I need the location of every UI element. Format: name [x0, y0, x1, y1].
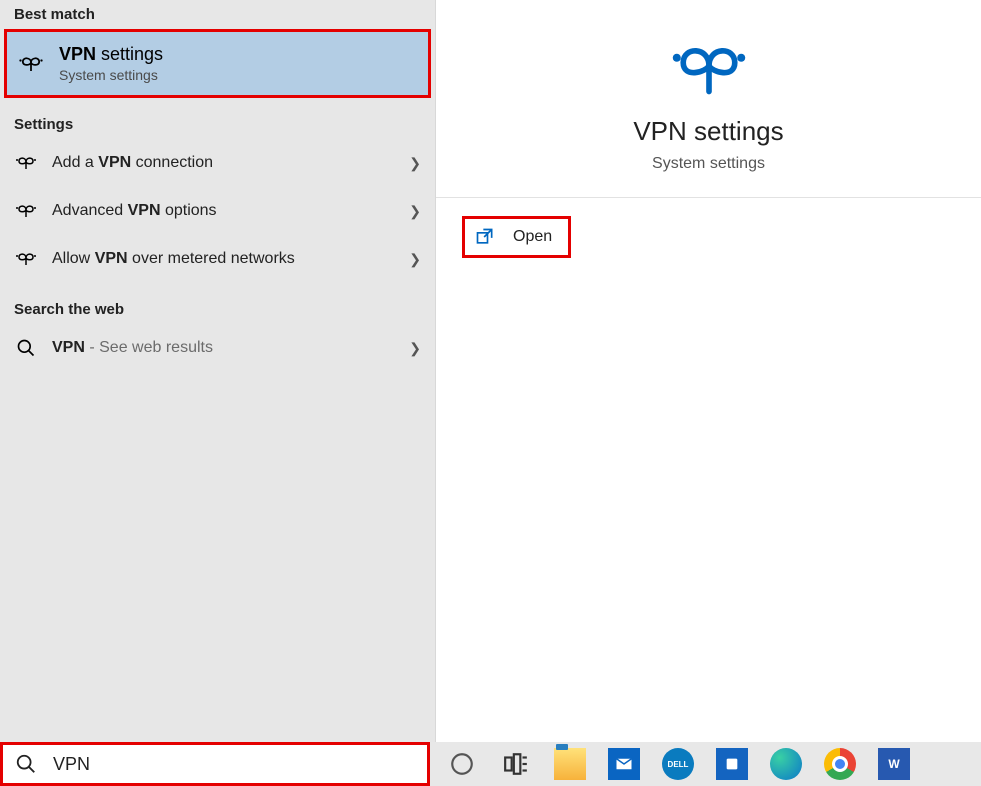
task-view-button[interactable] [500, 748, 532, 780]
chevron-right-icon: ❯ [409, 155, 421, 172]
settings-item-label: Add a VPN connection [52, 154, 409, 172]
mail-button[interactable] [608, 748, 640, 780]
chevron-right-icon: ❯ [409, 251, 421, 268]
detail-subtitle: System settings [436, 155, 981, 173]
detail-title: VPN settings [436, 116, 981, 147]
search-input[interactable] [51, 753, 415, 776]
cortana-button[interactable] [446, 748, 478, 780]
movies-tv-button[interactable] [716, 748, 748, 780]
open-button[interactable]: Open [462, 216, 571, 258]
chevron-right-icon: ❯ [409, 203, 421, 220]
dell-app-button[interactable]: DELL [662, 748, 694, 780]
web-result-label: VPN - See web results [52, 339, 409, 357]
search-results-panel: Best match VPN settings System settings … [0, 0, 436, 742]
best-match-vpn-settings[interactable]: VPN settings System settings [4, 29, 431, 98]
settings-item-label: Allow VPN over metered networks [52, 250, 409, 268]
word-button[interactable]: W [878, 748, 910, 780]
taskbar-search[interactable] [0, 742, 430, 786]
section-settings-label: Settings [0, 110, 435, 139]
section-best-match-label: Best match [0, 0, 435, 29]
file-explorer-button[interactable] [554, 748, 586, 780]
vpn-icon [669, 40, 749, 98]
vpn-icon [14, 199, 38, 223]
settings-item-advanced-vpn[interactable]: Advanced VPN options ❯ [0, 187, 435, 235]
search-icon [15, 753, 37, 775]
search-icon [14, 336, 38, 360]
taskbar: DELL W [0, 742, 981, 786]
result-detail-panel: VPN settings System settings Open [436, 0, 981, 742]
settings-item-label: Advanced VPN options [52, 202, 409, 220]
section-web-label: Search the web [0, 295, 435, 324]
chevron-right-icon: ❯ [409, 340, 421, 357]
best-match-subtitle: System settings [59, 67, 163, 83]
open-external-icon [475, 227, 495, 247]
detail-header: VPN settings System settings [436, 0, 981, 198]
vpn-icon [14, 151, 38, 175]
best-match-title: VPN settings [59, 44, 163, 65]
settings-item-allow-vpn-metered[interactable]: Allow VPN over metered networks ❯ [0, 235, 435, 283]
settings-item-add-vpn[interactable]: Add a VPN connection ❯ [0, 139, 435, 187]
open-label: Open [513, 228, 552, 246]
chrome-button[interactable] [824, 748, 856, 780]
vpn-icon [17, 50, 45, 78]
edge-button[interactable] [770, 748, 802, 780]
vpn-icon [14, 247, 38, 271]
web-result-vpn[interactable]: VPN - See web results ❯ [0, 324, 435, 372]
